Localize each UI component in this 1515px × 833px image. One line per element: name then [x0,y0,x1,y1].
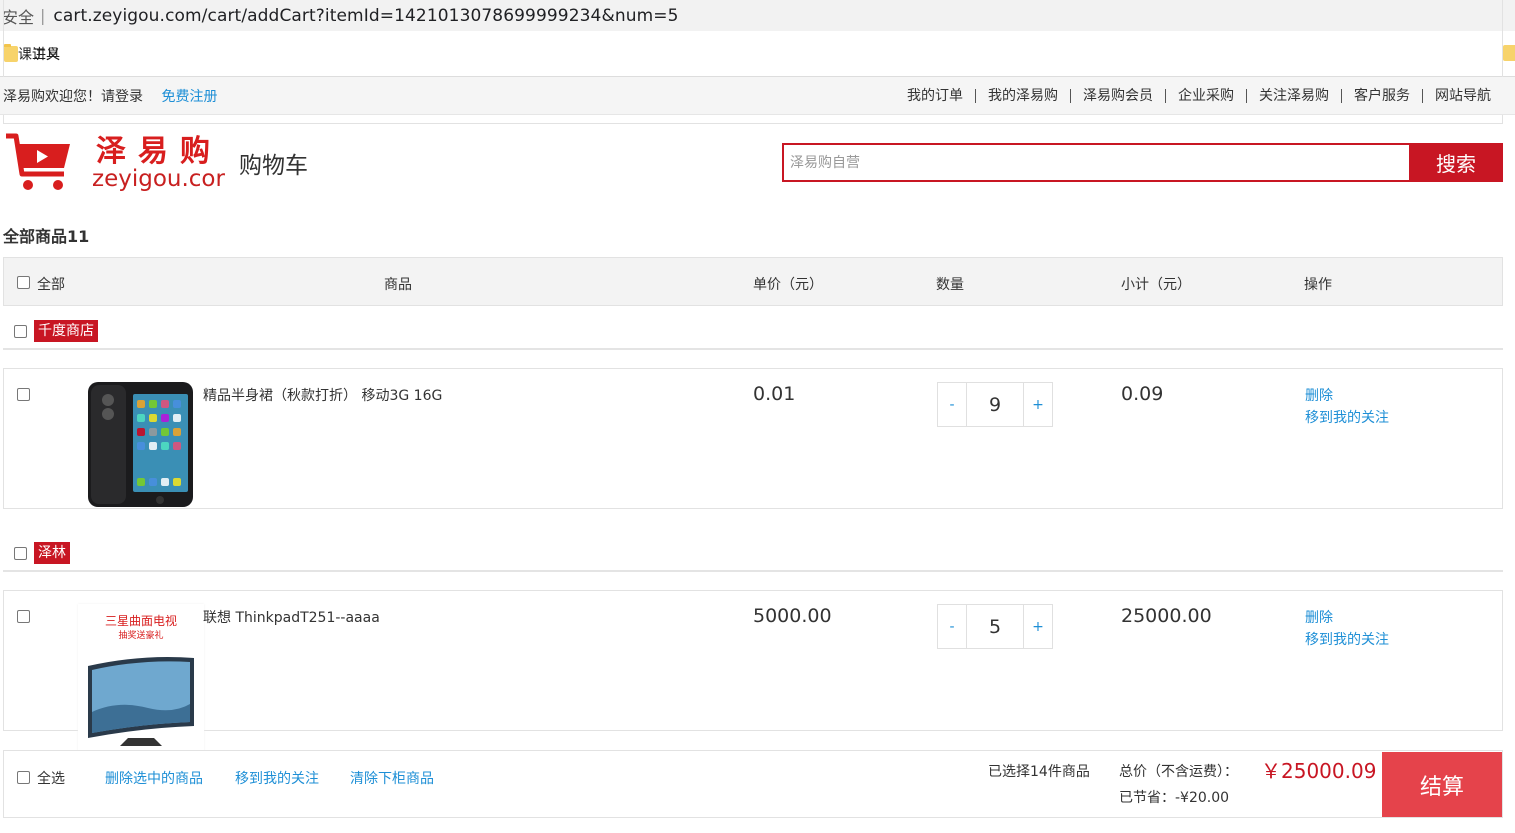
item-checkbox[interactable] [17,610,30,623]
move-to-follow-link[interactable]: 移到我的关注 [1305,407,1389,429]
total-label: 总价（不含运费）： [1119,764,1238,780]
nav-customer-service[interactable]: 客户服务 [1341,88,1422,103]
total-price: ￥25000.09 [1261,759,1377,783]
select-all-label[interactable]: 全选 [37,768,65,788]
logo-english: zeyigou.cor [92,166,225,192]
search-button[interactable]: 搜索 [1409,143,1503,182]
nav-my-orders[interactable]: 我的订单 [895,89,975,103]
quantity-stepper: - 5 + [937,604,1053,649]
nav-follow[interactable]: 关注泽易购 [1246,88,1341,103]
site-logo[interactable]: 泽易购 zeyigou.cor [4,126,225,208]
col-all: 全部 [37,277,65,293]
logo-chinese: 泽易购 [96,134,222,169]
nav-site-map[interactable]: 网站导航 [1422,88,1503,103]
item-checkbox[interactable] [17,388,30,401]
col-unit-price: 单价（元） [753,277,823,293]
unit-price: 5000.00 [753,605,832,627]
unit-price: 0.01 [753,383,796,405]
cart-total-count: 全部商品11 [3,227,90,246]
shop-header: 千度商店 [3,306,1503,350]
checkout-button[interactable]: 结算 [1382,752,1502,817]
page-title: 购物车 [239,153,308,179]
search-input[interactable] [782,143,1409,182]
shop-header: 泽林 [3,528,1503,572]
register-link[interactable]: 免费注册 [161,89,217,105]
shop-name-tag[interactable]: 泽林 [34,542,70,564]
welcome-area: 泽易购欢迎您！请登录 免费注册 [3,86,231,106]
nav-membership[interactable]: 泽易购会员 [1070,88,1165,103]
product-image-tv[interactable]: 三星曲面电视 抽奖送豪礼 [78,604,204,754]
cart-item: 精品半身裙（秋款打折） 移动3G 16G 0.01 - 9 + 0.09 删除 … [3,368,1503,509]
site-top-nav: 泽易购欢迎您！请登录 免费注册 我的订单 我的泽易购 泽易购会员 企业采购 关注… [0,77,1515,115]
thumb-subtitle: 抽奖送豪礼 [118,631,164,641]
cart-item: 三星曲面电视 抽奖送豪礼 联想 ThinkpadT251--aaaa 5000.… [3,590,1503,754]
move-to-follow-link[interactable]: 移到我的关注 [235,768,319,788]
thumb-title: 三星曲面电视 [104,614,177,628]
delete-selected-link[interactable]: 删除选中的商品 [105,768,203,788]
col-quantity: 数量 [936,277,964,293]
qty-increase-button[interactable]: + [1024,605,1052,648]
shopping-cart-icon [6,133,70,190]
move-to-follow-link[interactable]: 移到我的关注 [1305,629,1389,651]
qty-decrease-button[interactable]: - [938,605,966,648]
saved-amount: 已节省：-¥20.00 [1119,790,1230,806]
bookmarks-bar: 授课讲义 工具 [0,0,1515,124]
top-nav-links: 我的订单 我的泽易购 泽易购会员 企业采购 关注泽易购 客户服务 网站导航 [895,88,1503,103]
shop-checkbox[interactable] [14,325,27,338]
item-actions: 删除 移到我的关注 [1305,385,1389,429]
delete-link[interactable]: 删除 [1305,385,1389,407]
delete-link[interactable]: 删除 [1305,607,1389,629]
product-name[interactable]: 联想 ThinkpadT251--aaaa [203,607,380,627]
qty-increase-button[interactable]: + [1024,383,1052,426]
col-actions: 操作 [1304,277,1332,293]
qty-input[interactable]: 9 [966,383,1024,426]
quantity-stepper: - 9 + [937,382,1053,427]
product-name[interactable]: 精品半身裙（秋款打折） 移动3G 16G [203,385,442,405]
col-subtotal: 小计（元） [1121,277,1191,293]
product-image-phone[interactable] [88,382,193,507]
clear-invalid-link[interactable]: 清除下柜商品 [350,768,434,788]
tv-icon [88,657,194,746]
cart-footer: 全选 删除选中的商品 移到我的关注 清除下柜商品 已选择14件商品 总价（不含运… [3,750,1503,818]
item-subtotal: 0.09 [1121,383,1164,405]
qty-input[interactable]: 5 [966,605,1024,648]
welcome-text: 泽易购欢迎您！ [3,88,101,105]
shop-name-tag[interactable]: 千度商店 [34,320,98,342]
item-actions: 删除 移到我的关注 [1305,607,1389,651]
select-all-checkbox[interactable] [17,276,30,289]
nav-my-zeyigou[interactable]: 我的泽易购 [975,88,1070,103]
bookmark-label: 工具 [32,46,60,63]
login-link[interactable]: 请登录 [101,89,143,105]
folder-icon [4,43,18,62]
cart-table-header: 全部 商品 单价（元） 数量 小计（元） 操作 [3,257,1503,306]
shop-checkbox[interactable] [14,547,27,560]
selected-count: 已选择14件商品 [988,764,1090,780]
qty-decrease-button[interactable]: - [938,383,966,426]
select-all-checkbox[interactable] [17,771,30,784]
nav-enterprise[interactable]: 企业采购 [1165,88,1246,103]
item-subtotal: 25000.00 [1121,605,1212,627]
folder-icon[interactable] [1503,45,1515,61]
search-box: 搜索 [782,143,1503,182]
col-product: 商品 [384,277,412,293]
